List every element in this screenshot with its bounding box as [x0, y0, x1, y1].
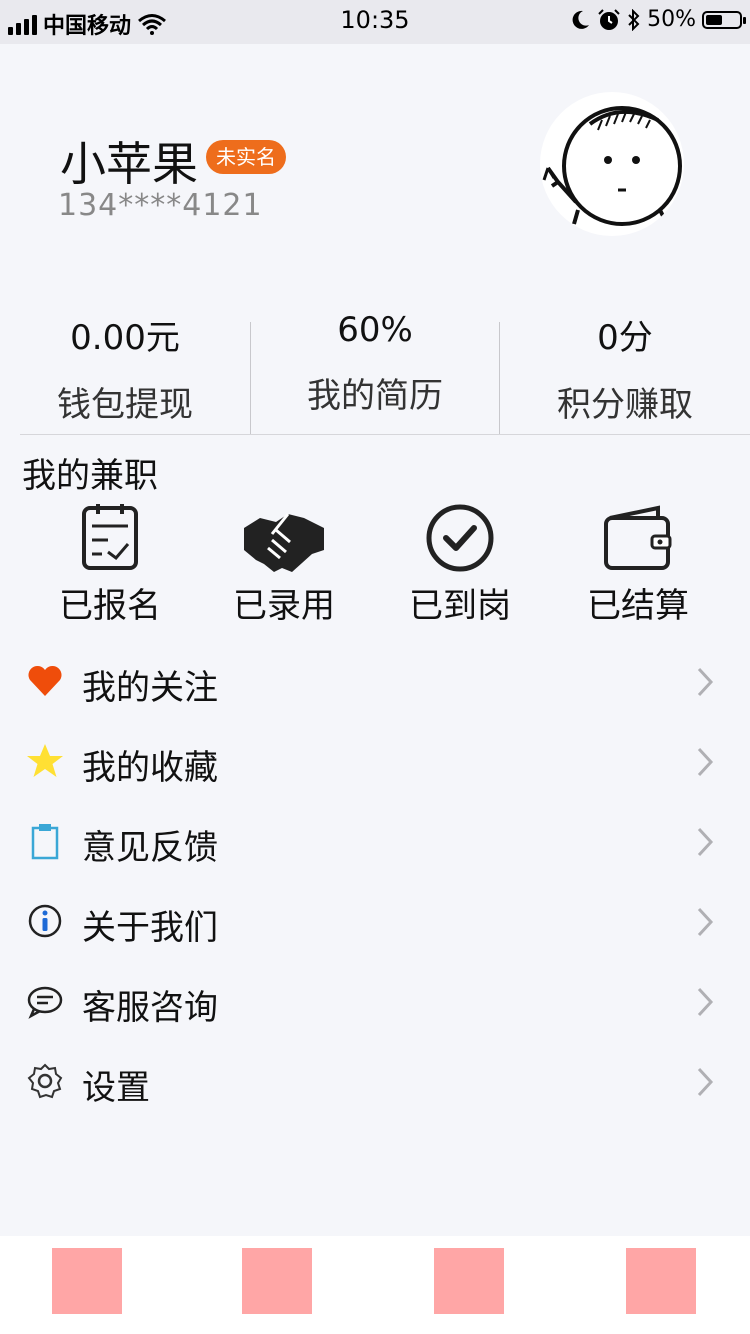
chevron-right-icon — [697, 667, 714, 697]
menu-label: 客服咨询 — [82, 988, 218, 1028]
tab-3[interactable] — [434, 1248, 504, 1314]
status-right: 50% — [569, 7, 746, 32]
parttime-hired[interactable]: 已录用 — [214, 500, 354, 627]
divider — [250, 322, 251, 434]
wallet-icon — [604, 505, 672, 570]
check-circle-icon — [426, 504, 494, 572]
bluetooth-icon — [628, 8, 640, 31]
user-phone: 134****4121 — [58, 188, 263, 223]
chevron-right-icon — [697, 907, 714, 937]
divider — [499, 322, 500, 434]
parttime-row: 已报名 已录用 已到岗 已结算 — [0, 500, 750, 630]
stat-label: 钱包提现 — [57, 385, 193, 425]
alarm-icon — [598, 8, 620, 30]
tab-4[interactable] — [626, 1248, 696, 1314]
parttime-on-duty[interactable]: 已到岗 — [390, 500, 530, 627]
moon-icon — [572, 10, 590, 29]
user-name: 小苹果 — [60, 137, 198, 191]
menu-item-feedback[interactable]: 意见反馈 — [0, 802, 750, 882]
stat-label: 积分赚取 — [557, 385, 693, 425]
menu-label: 设置 — [82, 1068, 150, 1108]
stats-row: 0.00元 钱包提现 60% 我的简历 0分 积分赚取 — [0, 300, 750, 434]
menu-item-about[interactable]: 关于我们 — [0, 882, 750, 962]
tab-2[interactable] — [242, 1248, 312, 1314]
tab-bar — [0, 1236, 750, 1334]
parttime-label: 已报名 — [59, 586, 161, 626]
chevron-right-icon — [697, 987, 714, 1017]
chevron-right-icon — [697, 827, 714, 857]
menu-list: 我的关注 我的收藏 意见反馈 关于我们 客服咨询 设置 — [0, 642, 750, 1122]
clipboard-icon — [31, 824, 59, 860]
battery-percent: 50% — [647, 7, 696, 32]
stat-wallet[interactable]: 0.00元 钱包提现 — [0, 300, 250, 434]
parttime-label: 已录用 — [233, 586, 335, 626]
avatar[interactable] — [540, 92, 684, 236]
battery-fill — [706, 14, 722, 25]
menu-label: 我的收藏 — [82, 748, 218, 788]
handshake-icon — [244, 513, 324, 572]
chevron-right-icon — [697, 1067, 714, 1097]
stat-value: 0分 — [597, 318, 653, 358]
parttime-settled[interactable]: 已结算 — [568, 500, 708, 627]
stat-label: 我的简历 — [307, 376, 443, 416]
menu-item-support[interactable]: 客服咨询 — [0, 962, 750, 1042]
parttime-label: 已结算 — [587, 586, 689, 626]
verification-badge[interactable]: 未实名 — [206, 140, 286, 174]
clipboard-check-icon — [82, 504, 138, 570]
parttime-signed-up[interactable]: 已报名 — [40, 500, 180, 627]
tab-1[interactable] — [52, 1248, 122, 1314]
stat-points[interactable]: 0分 积分赚取 — [500, 300, 750, 434]
status-bar: 中国移动 10:35 50% — [0, 0, 750, 44]
stat-resume[interactable]: 60% 我的简历 — [250, 300, 500, 434]
stat-value: 0.00元 — [70, 318, 180, 358]
stat-value: 60% — [337, 310, 413, 350]
gear-icon — [27, 1063, 63, 1099]
menu-label: 关于我们 — [82, 908, 218, 948]
menu-item-favorites[interactable]: 我的收藏 — [0, 722, 750, 802]
battery-icon — [702, 10, 746, 29]
chevron-right-icon — [697, 747, 714, 777]
divider — [20, 434, 750, 435]
star-icon — [27, 744, 63, 777]
menu-label: 意见反馈 — [82, 828, 218, 868]
menu-item-follow[interactable]: 我的关注 — [0, 642, 750, 722]
section-title-parttime: 我的兼职 — [22, 456, 158, 496]
parttime-label: 已到岗 — [409, 586, 511, 626]
menu-label: 我的关注 — [82, 668, 218, 708]
avatar-doodle-icon — [542, 106, 682, 226]
chat-bubble-icon — [27, 986, 63, 1019]
info-icon — [28, 904, 62, 938]
menu-item-settings[interactable]: 设置 — [0, 1042, 750, 1122]
heart-icon — [28, 665, 62, 696]
